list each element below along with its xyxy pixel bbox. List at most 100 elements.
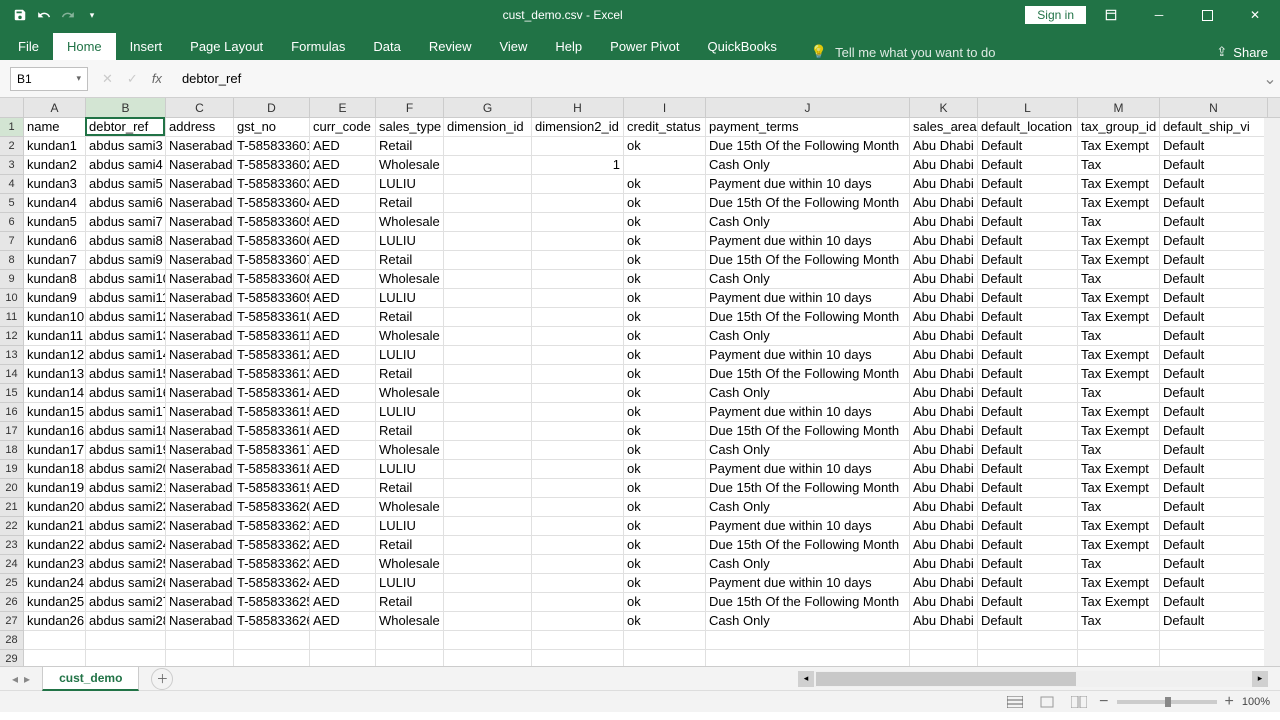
cell[interactable]: abdus sami28 <box>86 612 166 631</box>
cell[interactable]: Naserabad <box>166 308 234 327</box>
cell[interactable]: Default <box>1160 365 1268 384</box>
page-layout-view-icon[interactable] <box>1035 693 1059 711</box>
cell[interactable]: T-585833602 <box>234 156 310 175</box>
cell[interactable] <box>376 631 444 650</box>
cell[interactable]: Default <box>978 555 1078 574</box>
cell[interactable]: kundan12 <box>24 346 86 365</box>
zoom-in-icon[interactable]: + <box>1225 693 1234 711</box>
cell[interactable]: Default <box>978 574 1078 593</box>
cell[interactable] <box>234 631 310 650</box>
cell[interactable]: Due 15th Of the Following Month <box>706 536 910 555</box>
cell[interactable]: Default <box>1160 441 1268 460</box>
cell[interactable]: AED <box>310 612 376 631</box>
cell[interactable]: T-585833601 <box>234 137 310 156</box>
cell[interactable]: Due 15th Of the Following Month <box>706 308 910 327</box>
cell[interactable] <box>978 631 1078 650</box>
cell[interactable]: AED <box>310 175 376 194</box>
cell[interactable]: abdus sami26 <box>86 574 166 593</box>
cell[interactable]: Naserabad <box>166 612 234 631</box>
cell[interactable]: Cash Only <box>706 498 910 517</box>
cell[interactable]: ok <box>624 270 706 289</box>
cell[interactable] <box>444 232 532 251</box>
cell[interactable]: gst_no <box>234 118 310 137</box>
ribbon-tab-insert[interactable]: Insert <box>116 33 177 60</box>
cell[interactable]: AED <box>310 574 376 593</box>
cell[interactable]: Naserabad <box>166 194 234 213</box>
cell[interactable]: abdus sami12 <box>86 308 166 327</box>
cell[interactable]: Naserabad <box>166 232 234 251</box>
cell[interactable] <box>1078 631 1160 650</box>
cell[interactable]: Default <box>1160 479 1268 498</box>
cell[interactable]: AED <box>310 232 376 251</box>
ribbon-tab-power-pivot[interactable]: Power Pivot <box>596 33 693 60</box>
row-header[interactable]: 5 <box>0 194 24 213</box>
cell[interactable] <box>444 536 532 555</box>
cell[interactable]: dimension_id <box>444 118 532 137</box>
cell[interactable] <box>532 612 624 631</box>
cell[interactable]: sales_area <box>910 118 978 137</box>
cell[interactable]: LULIU <box>376 460 444 479</box>
cell[interactable] <box>624 156 706 175</box>
cell[interactable]: AED <box>310 346 376 365</box>
cell[interactable] <box>532 631 624 650</box>
cell[interactable]: Default <box>1160 137 1268 156</box>
cell[interactable]: Tax Exempt <box>1078 251 1160 270</box>
cell[interactable]: Tax Exempt <box>1078 365 1160 384</box>
cell[interactable]: Cash Only <box>706 555 910 574</box>
column-header-G[interactable]: G <box>444 98 532 117</box>
cell[interactable]: abdus sami21 <box>86 479 166 498</box>
cell[interactable] <box>234 650 310 666</box>
cell[interactable] <box>532 517 624 536</box>
cell[interactable]: Default <box>1160 251 1268 270</box>
row-header[interactable]: 11 <box>0 308 24 327</box>
cell[interactable]: Cash Only <box>706 327 910 346</box>
cell[interactable]: Tax Exempt <box>1078 289 1160 308</box>
cell[interactable]: Default <box>978 479 1078 498</box>
cell[interactable]: Abu Dhabi <box>910 517 978 536</box>
fx-icon[interactable]: fx <box>152 71 162 87</box>
enter-formula-icon[interactable]: ✓ <box>127 71 138 87</box>
row-header[interactable]: 15 <box>0 384 24 403</box>
cell[interactable]: T-585833616 <box>234 422 310 441</box>
cell[interactable]: AED <box>310 517 376 536</box>
cell[interactable]: Default <box>978 289 1078 308</box>
cell[interactable]: Default <box>978 346 1078 365</box>
column-header-D[interactable]: D <box>234 98 310 117</box>
cancel-formula-icon[interactable]: ✕ <box>102 71 113 87</box>
cell[interactable]: AED <box>310 213 376 232</box>
cell[interactable]: T-585833608 <box>234 270 310 289</box>
cell[interactable]: Payment due within 10 days <box>706 574 910 593</box>
qat-customize-icon[interactable]: ▾ <box>84 7 100 23</box>
cell[interactable]: abdus sami16 <box>86 384 166 403</box>
cell[interactable] <box>444 365 532 384</box>
cell[interactable] <box>86 631 166 650</box>
cell[interactable]: Default <box>978 365 1078 384</box>
row-header[interactable]: 10 <box>0 289 24 308</box>
cell[interactable]: AED <box>310 156 376 175</box>
cell[interactable] <box>532 289 624 308</box>
cell[interactable]: kundan9 <box>24 289 86 308</box>
cell[interactable]: Abu Dhabi <box>910 346 978 365</box>
row-header[interactable]: 8 <box>0 251 24 270</box>
cell[interactable]: Due 15th Of the Following Month <box>706 137 910 156</box>
cell[interactable]: kundan18 <box>24 460 86 479</box>
cell[interactable]: Payment due within 10 days <box>706 232 910 251</box>
row-header[interactable]: 7 <box>0 232 24 251</box>
cell[interactable] <box>532 308 624 327</box>
cell[interactable]: Naserabad <box>166 175 234 194</box>
column-header-F[interactable]: F <box>376 98 444 117</box>
cell[interactable]: Default <box>978 441 1078 460</box>
cell[interactable]: kundan13 <box>24 365 86 384</box>
cell[interactable]: Wholesale <box>376 270 444 289</box>
cell[interactable]: T-585833609 <box>234 289 310 308</box>
cell[interactable]: Naserabad <box>166 479 234 498</box>
cell[interactable]: Default <box>978 403 1078 422</box>
cell[interactable]: LULIU <box>376 346 444 365</box>
cell[interactable]: T-585833604 <box>234 194 310 213</box>
cell[interactable] <box>444 460 532 479</box>
cell[interactable]: Tax Exempt <box>1078 194 1160 213</box>
cell[interactable]: Retail <box>376 251 444 270</box>
cell[interactable]: abdus sami7 <box>86 213 166 232</box>
column-header-C[interactable]: C <box>166 98 234 117</box>
cell[interactable] <box>532 498 624 517</box>
